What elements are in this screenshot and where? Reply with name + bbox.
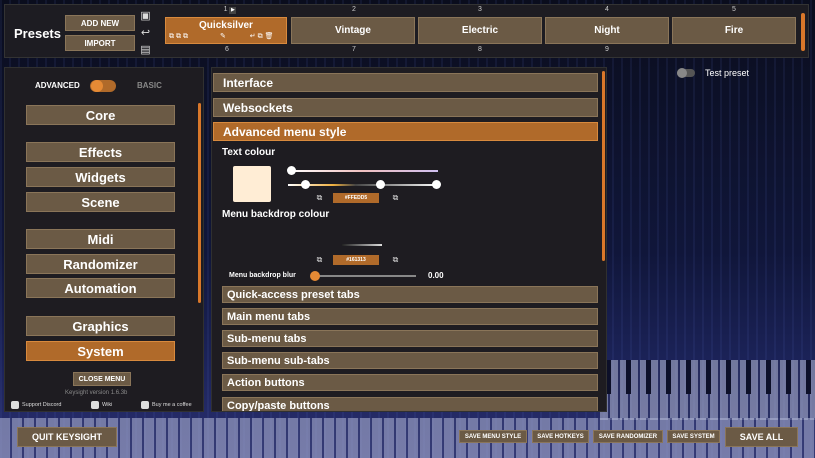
nav-scene[interactable]: Scene: [26, 192, 175, 212]
main-settings-panel: Interface Websockets Advanced menu style…: [211, 67, 607, 412]
text-colour-hue-slider[interactable]: [288, 170, 438, 172]
section-sub-menu-tabs[interactable]: Sub-menu tabs: [222, 330, 598, 347]
saturation-knob-2[interactable]: [376, 180, 385, 189]
section-action-buttons[interactable]: Action buttons: [222, 374, 598, 391]
section-advanced-menu-style[interactable]: Advanced menu style: [213, 122, 598, 141]
menu-backdrop-blur-knob[interactable]: [310, 271, 320, 281]
advanced-basic-toggle[interactable]: [90, 80, 116, 92]
preset-slot-number: 7: [352, 46, 356, 53]
edit-icon[interactable]: ✎: [220, 33, 228, 40]
test-preset-toggle[interactable]: [677, 68, 695, 78]
nav-widgets[interactable]: Widgets: [26, 167, 175, 187]
preset-side-icons: ▣ ↩ ▤: [139, 7, 155, 61]
text-colour-label: Text colour: [222, 147, 276, 158]
presets-bar: Presets ADD NEW IMPORT ▣ ↩ ▤ 1 ▶ Quicksi…: [4, 4, 809, 58]
nav-effects[interactable]: Effects: [26, 142, 175, 162]
quit-keysight-button[interactable]: QUIT KEYSIGHT: [17, 427, 117, 447]
text-colour-swatch[interactable]: [233, 166, 271, 202]
text-colour-saturation-slider[interactable]: [288, 184, 438, 186]
preset-slot-electric[interactable]: Electric: [418, 17, 542, 44]
paste-icon[interactable]: ⧉: [391, 193, 400, 202]
section-sub-menu-sub-tabs[interactable]: Sub-menu sub-tabs: [222, 352, 598, 369]
section-interface[interactable]: Interface: [213, 73, 598, 92]
saturation-knob-1[interactable]: [301, 180, 310, 189]
section-websockets[interactable]: Websockets: [213, 98, 598, 117]
save-hotkeys-button[interactable]: SAVE HOTKEYS: [532, 430, 589, 443]
coffee-icon: [141, 401, 149, 409]
copy-icon[interactable]: ⧉: [315, 255, 324, 264]
presets-scrollbar[interactable]: [801, 13, 805, 51]
folder-icon[interactable]: ▣: [139, 10, 152, 23]
save-randomizer-button[interactable]: SAVE RANDOMIZER: [593, 430, 663, 443]
nav-system[interactable]: System: [26, 341, 175, 361]
nav-randomizer[interactable]: Randomizer: [26, 254, 175, 274]
text-colour-hue-knob[interactable]: [287, 166, 296, 175]
preset-slot-number: 5: [732, 6, 736, 13]
support-discord-link[interactable]: Support Discord: [11, 401, 61, 409]
wiki-link[interactable]: Wiki: [91, 401, 112, 409]
menu-backdrop-colour-label: Menu backdrop colour: [222, 209, 330, 220]
buy-coffee-link[interactable]: Buy me a coffee: [141, 401, 192, 409]
section-quick-access-preset-tabs[interactable]: Quick-access preset tabs: [222, 286, 598, 303]
nav-midi[interactable]: Midi: [26, 229, 175, 249]
menu-backdrop-blur-slider[interactable]: [312, 275, 416, 277]
backdrop-colour-hex[interactable]: #161313: [333, 255, 379, 265]
presets-title: Presets: [14, 26, 61, 41]
save-system-button[interactable]: SAVE SYSTEM: [667, 430, 720, 443]
preset-slot-number: 4: [605, 6, 609, 13]
menu-backdrop-blur-label: Menu backdrop blur: [229, 272, 296, 279]
left-menu-panel: ADVANCED BASIC Core Effects Widgets Scen…: [4, 67, 204, 412]
wiki-icon: [91, 401, 99, 409]
preset-slot-fire[interactable]: Fire: [672, 17, 796, 44]
preset-slot-number: 9: [605, 46, 609, 53]
preset-slot-actions: ⧉⧉⧉ ✎ ↵⧉🗑: [169, 32, 276, 41]
save-all-button[interactable]: SAVE ALL: [725, 427, 798, 447]
section-main-menu-tabs[interactable]: Main menu tabs: [222, 308, 598, 325]
nav-graphics[interactable]: Graphics: [26, 316, 175, 336]
menu-backdrop-blur-value: 0.00: [428, 271, 444, 280]
nav-core[interactable]: Core: [26, 105, 175, 125]
basic-label: BASIC: [137, 81, 162, 90]
copy-icon[interactable]: ⧉: [315, 193, 324, 202]
preset-slot-night[interactable]: Night: [545, 17, 669, 44]
preset-slot-number: 6: [225, 46, 229, 53]
nav-automation[interactable]: Automation: [26, 278, 175, 298]
import-preset-button[interactable]: IMPORT: [65, 35, 135, 51]
action-icons[interactable]: ↵⧉🗑: [250, 33, 276, 40]
preset-slot-number: 2: [352, 6, 356, 13]
preset-slot-vintage[interactable]: Vintage: [291, 17, 415, 44]
piano-black-keys: [600, 360, 815, 394]
saturation-knob-3[interactable]: [432, 180, 441, 189]
add-new-preset-button[interactable]: ADD NEW: [65, 15, 135, 31]
backdrop-colour-slider[interactable]: [342, 244, 382, 246]
section-copy-paste-buttons[interactable]: Copy/paste buttons: [222, 397, 598, 411]
undo-icon[interactable]: ↩: [139, 27, 152, 40]
save-icon[interactable]: ▤: [139, 44, 152, 57]
close-menu-button[interactable]: CLOSE MENU: [73, 372, 131, 386]
preset-slot-number: 8: [478, 46, 482, 53]
discord-icon: [11, 401, 19, 409]
main-panel-scrollbar[interactable]: [602, 71, 605, 261]
text-colour-hex[interactable]: #FFEDD5: [333, 193, 379, 203]
paste-icon[interactable]: ⧉: [391, 255, 400, 264]
advanced-label: ADVANCED: [35, 81, 80, 90]
preset-slot-number: 1 ▶: [223, 6, 237, 14]
test-preset-label: Test preset: [705, 68, 750, 78]
play-icon[interactable]: ▶: [229, 7, 237, 14]
left-menu-scrollbar[interactable]: [198, 103, 201, 303]
copy-icon[interactable]: ⧉⧉⧉: [169, 33, 190, 40]
preset-slot-number: 3: [478, 6, 482, 13]
version-text: Keysight version 1.6.3b: [65, 390, 128, 396]
save-menu-style-button[interactable]: SAVE MENU STYLE: [459, 430, 527, 443]
